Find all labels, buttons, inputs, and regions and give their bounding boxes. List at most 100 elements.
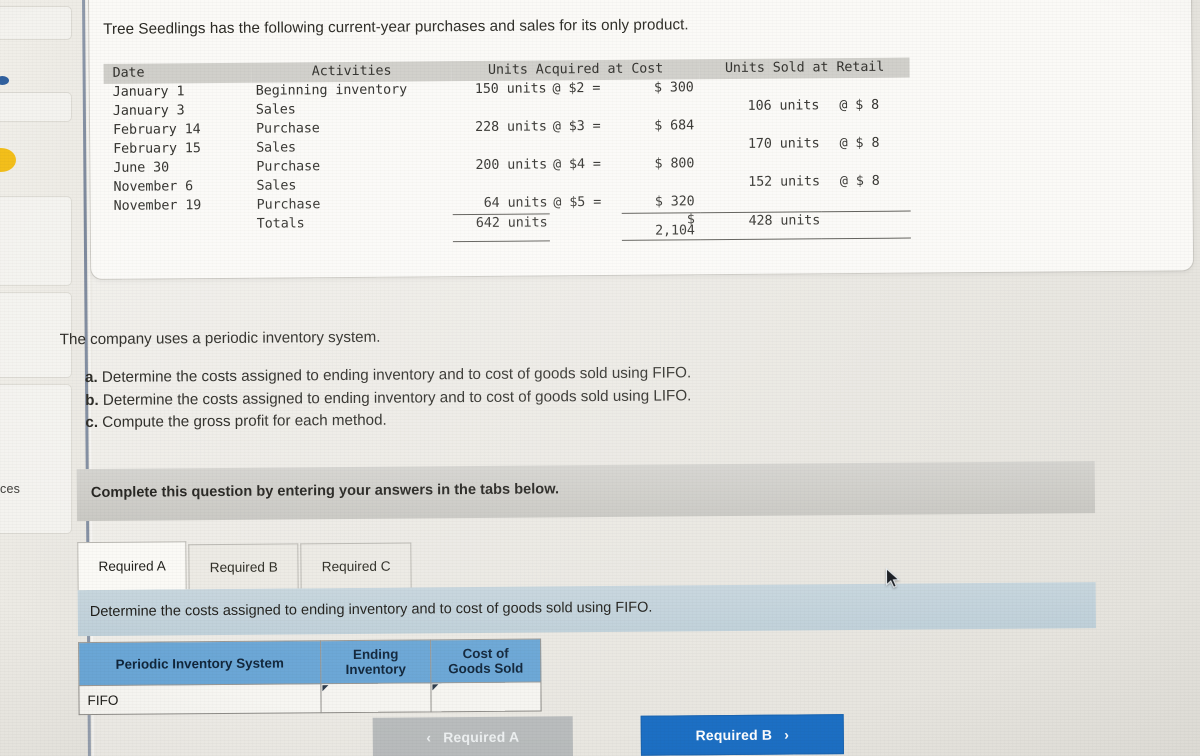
cell-acq-units: 228 units bbox=[475, 119, 547, 135]
question-card: Tree Seedlings has the following current… bbox=[87, 0, 1195, 281]
cell-sold-price: @ $ 8 bbox=[839, 173, 880, 190]
cell-acq-amount: $ 684 bbox=[654, 118, 695, 134]
previous-button-label: Required A bbox=[443, 728, 520, 746]
tab-required-a[interactable]: Required A bbox=[77, 541, 187, 591]
cell-sold-units: 152 units bbox=[748, 174, 820, 190]
cell-sold-price bbox=[822, 154, 911, 174]
cell-acq-units bbox=[452, 175, 549, 195]
header-activities: Activities bbox=[251, 61, 452, 83]
requirement-marker-c: c. bbox=[85, 413, 99, 432]
requirements-list: a. Determine the costs assigned to endin… bbox=[85, 362, 692, 434]
answer-header-ending-inventory-line2: Inventory bbox=[345, 661, 406, 678]
totals-acq-units: 642 units bbox=[452, 213, 550, 242]
answer-row-label-fifo: FIFO bbox=[78, 683, 322, 715]
cell-date: January 3 bbox=[112, 103, 185, 119]
input-cogs-fifo[interactable] bbox=[430, 681, 542, 712]
answer-header-cogs-line2: Goods Sold bbox=[448, 660, 524, 677]
tab-required-c[interactable]: Required C bbox=[300, 542, 412, 589]
cell-acq-rate bbox=[549, 99, 622, 119]
cell-sold-price: @ $ 8 bbox=[839, 97, 880, 114]
requirement-marker-b: b. bbox=[85, 391, 99, 409]
cell-acq-rate: @ $4 = bbox=[553, 156, 601, 173]
requirement-text-c: Compute the gross profit for each method… bbox=[102, 411, 387, 431]
cell-activity: Sales bbox=[256, 178, 297, 194]
totals-sold-spacer bbox=[822, 210, 911, 239]
answer-table: Periodic Inventory System Ending Invento… bbox=[78, 638, 542, 715]
cell-sold-units: 106 units bbox=[747, 98, 820, 114]
totals-amount-value: 2,104 bbox=[654, 222, 695, 239]
cell-activity: Sales bbox=[256, 140, 297, 156]
table-body: January 1 Beginning inventory 150 units … bbox=[104, 78, 911, 244]
tab-required-a-label: Required A bbox=[98, 558, 166, 574]
chevron-left-icon: ‹ bbox=[426, 729, 432, 746]
tab-required-c-label: Required C bbox=[321, 558, 391, 574]
cell-sold-price bbox=[821, 78, 910, 98]
inventory-system-note: The company uses a periodic inventory sy… bbox=[59, 328, 381, 349]
question-body: The company uses a periodic inventory sy… bbox=[0, 295, 1199, 431]
cell-acq-amount: $ 300 bbox=[653, 80, 694, 96]
cell-acq-amount: $ 320 bbox=[621, 193, 701, 213]
cell-date: November 19 bbox=[113, 198, 202, 214]
cell-acq-amount bbox=[622, 174, 701, 194]
cell-activity: Beginning inventory bbox=[255, 82, 408, 99]
complete-question-banner: Complete this question by entering your … bbox=[76, 461, 1096, 522]
cell-sold-price: @ $ 8 bbox=[839, 135, 880, 152]
cell-sold-price bbox=[821, 116, 910, 136]
cell-date: February 14 bbox=[112, 122, 201, 138]
header-units-sold: Units Sold at Retail bbox=[699, 57, 910, 80]
cell-acq-amount: $ 800 bbox=[654, 156, 695, 172]
next-required-b-button[interactable]: Required B › bbox=[640, 714, 844, 756]
answer-header-cogs: Cost of Goods Sold bbox=[430, 638, 541, 683]
totals-label: Totals bbox=[256, 216, 305, 232]
header-units-acquired: Units Acquired at Cost bbox=[451, 59, 700, 82]
answer-header-row: Periodic Inventory System Ending Invento… bbox=[78, 638, 541, 686]
tab-instruction-strip: Determine the costs assigned to ending i… bbox=[77, 582, 1096, 637]
cell-acq-rate: @ $2 = bbox=[552, 80, 601, 97]
banner-label: Complete this question by entering your … bbox=[90, 481, 560, 502]
input-ending-inventory-fifo[interactable] bbox=[320, 682, 432, 713]
cell-acq-units bbox=[452, 99, 549, 119]
cell-date: January 1 bbox=[112, 84, 185, 100]
answer-header-ending-inventory: Ending Inventory bbox=[320, 639, 431, 684]
chevron-right-icon: › bbox=[784, 726, 790, 743]
purchases-sales-table: Date Activities Units Acquired at Cost U… bbox=[103, 57, 911, 245]
requirement-text-b: Determine the costs assigned to ending i… bbox=[102, 386, 692, 409]
cell-acq-amount bbox=[621, 136, 700, 156]
previous-required-a-button[interactable]: ‹ Required A bbox=[372, 716, 573, 756]
cell-acq-rate bbox=[549, 175, 622, 195]
tab-required-b-label: Required B bbox=[209, 559, 278, 575]
cell-acq-rate: @ $3 = bbox=[552, 118, 601, 135]
totals-spacer bbox=[105, 216, 253, 244]
question-intro: Tree Seedlings has the following current… bbox=[103, 16, 689, 38]
mouse-cursor-icon bbox=[885, 567, 901, 588]
requirement-tabs: Required A Required B Required C bbox=[77, 539, 413, 591]
cell-date: June 30 bbox=[113, 160, 170, 176]
requirement-marker-a: a. bbox=[84, 368, 98, 387]
cell-date: February 15 bbox=[113, 141, 201, 157]
cell-sold-units bbox=[700, 78, 822, 98]
cell-acq-units: 200 units bbox=[475, 157, 548, 173]
cell-activity: Purchase bbox=[256, 197, 321, 213]
answer-header-cogs-line1: Cost of bbox=[462, 645, 509, 662]
cell-acq-units: 150 units bbox=[474, 81, 547, 97]
cell-acq-rate: @ $5 = bbox=[553, 194, 602, 211]
cell-acq-rate bbox=[549, 137, 622, 157]
totals-row: Totals 642 units $ 2,104 428 units bbox=[105, 210, 911, 244]
tab-navigation: ‹ Required A Required B › bbox=[372, 714, 844, 756]
cell-activity: Purchase bbox=[256, 159, 321, 175]
totals-acq-amount: $ 2,104 bbox=[622, 212, 701, 240]
cell-acq-amount bbox=[621, 98, 700, 118]
next-button-label: Required B bbox=[695, 726, 773, 744]
answer-row-fifo: FIFO bbox=[78, 681, 542, 715]
cell-activity: Sales bbox=[255, 102, 296, 118]
requirement-item-b: b. Determine the costs assigned to endin… bbox=[85, 385, 691, 412]
screenshot-root: ces Tree Seedlings has the following cur… bbox=[0, 0, 1200, 756]
cell-acq-units bbox=[452, 137, 549, 157]
requirement-item-c: c. Compute the gross profit for each met… bbox=[85, 407, 691, 434]
purchases-sales-table-wrapper: Date Activities Units Acquired at Cost U… bbox=[103, 55, 1175, 245]
totals-spacer-2 bbox=[549, 213, 622, 241]
tab-required-b[interactable]: Required B bbox=[188, 543, 299, 590]
totals-sold-units: 428 units bbox=[700, 211, 823, 240]
cell-sold-price bbox=[821, 191, 911, 212]
screen-content: Tree Seedlings has the following current… bbox=[0, 0, 1200, 756]
